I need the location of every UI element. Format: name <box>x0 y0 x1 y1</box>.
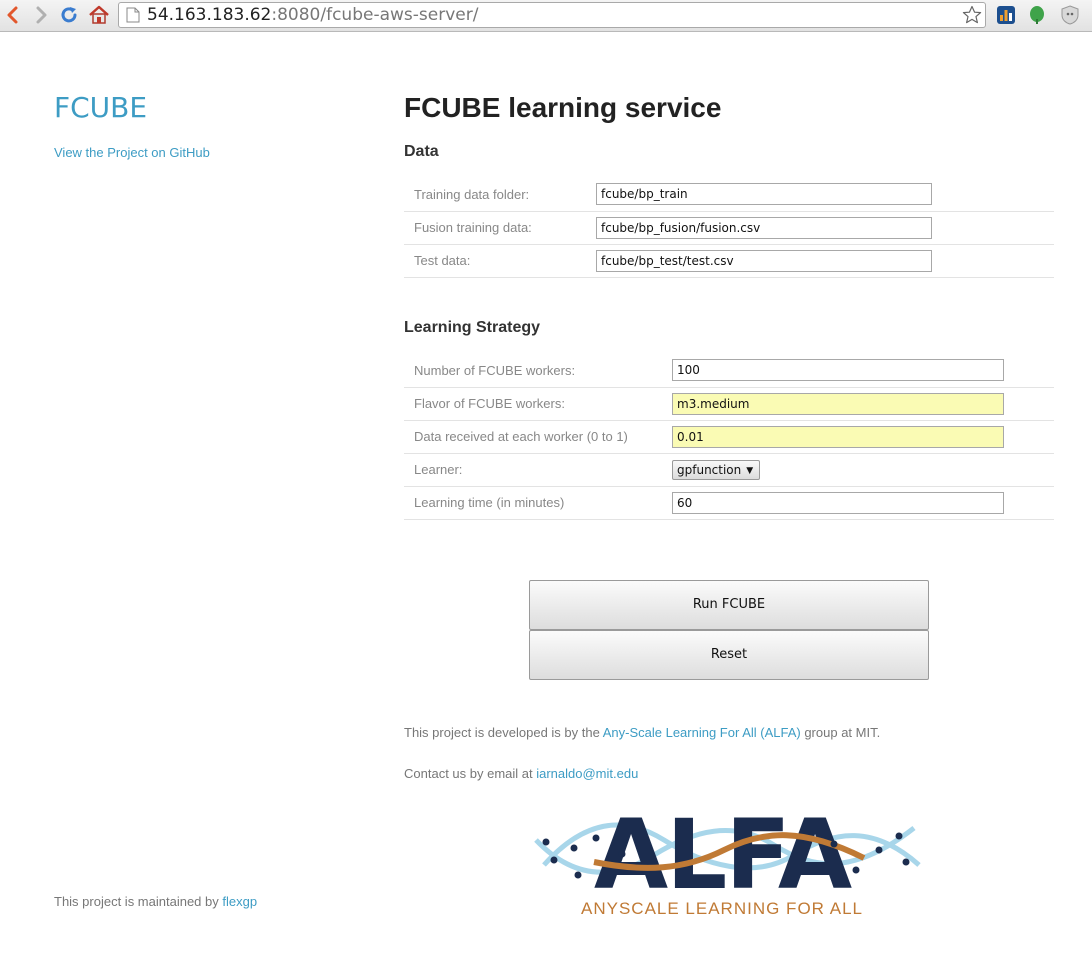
leaf-extension-icon[interactable] <box>1027 5 1047 25</box>
maintained-note: This project is maintained by flexgp <box>54 894 257 910</box>
browser-toolbar: 54.163.183.62:8080/fcube-aws-server/ <box>0 0 1092 32</box>
reload-icon[interactable] <box>58 4 80 26</box>
flexgp-link[interactable]: flexgp <box>222 894 257 909</box>
flavor-input[interactable] <box>672 392 1004 415</box>
learning-time-input[interactable] <box>672 491 1004 514</box>
address-bar[interactable]: 54.163.183.62:8080/fcube-aws-server/ <box>118 2 986 28</box>
table-row: Number of FCUBE workers: <box>404 354 1054 387</box>
table-row: Fusion training data: <box>404 211 1054 244</box>
page-icon <box>126 7 140 23</box>
table-row: Learning time (in minutes) <box>404 486 1054 519</box>
test-data-input[interactable] <box>596 249 932 272</box>
table-row: Flavor of FCUBE workers: <box>404 387 1054 420</box>
url-host: 54.163.183.62 <box>147 5 272 25</box>
site-title: FCUBE <box>54 91 148 124</box>
url-path: :8080/fcube-aws-server/ <box>271 5 479 25</box>
alfa-logo-graphic: ALFA <box>534 800 921 900</box>
learner-label: Learner: <box>414 462 463 477</box>
fusion-data-input[interactable] <box>596 216 932 239</box>
test-data-label: Test data: <box>414 253 471 268</box>
strategy-form-table: Number of FCUBE workers: Flavor of FCUBE… <box>404 354 1054 520</box>
alfa-link[interactable]: Any-Scale Learning For All (ALFA) <box>603 725 801 740</box>
alfa-logo: ALFA ANYSCALE LEARNING FOR ALL <box>534 800 924 924</box>
alfa-tagline: ANYSCALE LEARNING FOR ALL <box>581 899 863 918</box>
back-icon[interactable] <box>2 4 24 26</box>
data-fraction-label: Data received at each worker (0 to 1) <box>414 429 628 444</box>
training-data-label: Training data folder: <box>414 186 530 202</box>
workers-label: Number of FCUBE workers: <box>414 362 576 378</box>
github-link[interactable]: View the Project on GitHub <box>54 145 210 161</box>
learning-time-label: Learning time (in minutes) <box>414 495 565 510</box>
table-row: Learner: gpfunction ▼ <box>404 453 1054 486</box>
developed-prefix: This project is developed is by the <box>404 725 603 740</box>
url-text: 54.163.183.62:8080/fcube-aws-server/ <box>147 5 478 25</box>
training-data-input[interactable] <box>596 183 932 206</box>
developed-suffix: group at MIT. <box>800 725 881 740</box>
forward-icon[interactable] <box>30 4 52 26</box>
run-fcube-button[interactable]: Run FCUBE <box>529 580 929 630</box>
star-icon[interactable] <box>962 5 982 25</box>
learner-selected-value: gpfunction <box>677 462 742 477</box>
workers-input[interactable] <box>672 359 1004 382</box>
stats-extension-icon[interactable] <box>996 5 1016 25</box>
contact-email-link[interactable]: iarnaldo@mit.edu <box>536 766 638 781</box>
dropdown-arrow-icon: ▼ <box>746 465 754 476</box>
maintained-prefix: This project is maintained by <box>54 894 223 909</box>
developed-note: This project is developed is by the Any-… <box>404 725 880 741</box>
flavor-label: Flavor of FCUBE workers: <box>414 396 565 411</box>
page-title: FCUBE learning service <box>404 92 722 123</box>
reset-button[interactable]: Reset <box>529 630 929 680</box>
data-fraction-input[interactable] <box>672 425 1004 448</box>
table-row: Data received at each worker (0 to 1) <box>404 420 1054 453</box>
learner-select[interactable]: gpfunction ▼ <box>672 459 761 480</box>
table-row: Test data: <box>404 244 1054 277</box>
shield-extension-icon[interactable] <box>1060 5 1080 25</box>
data-section-title: Data <box>404 143 439 160</box>
home-icon[interactable] <box>88 4 110 26</box>
fusion-data-label: Fusion training data: <box>414 220 532 235</box>
contact-note: Contact us by email at iarnaldo@mit.edu <box>404 766 638 782</box>
data-form-table: Training data folder: Fusion training da… <box>404 178 1054 278</box>
contact-prefix: Contact us by email at <box>404 766 537 781</box>
strategy-section-title: Learning Strategy <box>404 319 541 336</box>
table-row: Training data folder: <box>404 178 1054 211</box>
